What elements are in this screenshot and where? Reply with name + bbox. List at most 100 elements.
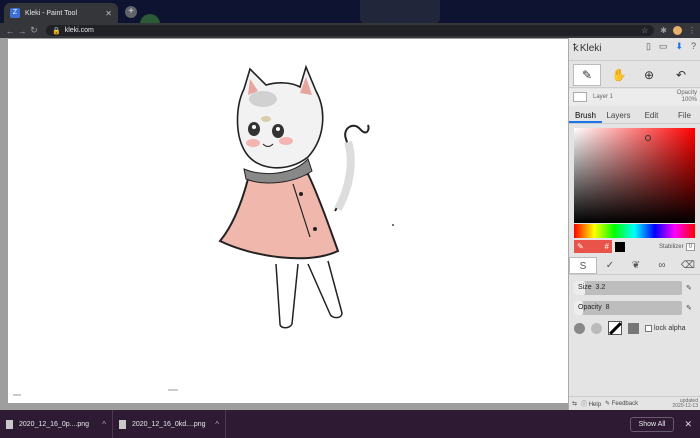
url-text: kleki.com bbox=[64, 27, 94, 34]
cat-drawing bbox=[13, 64, 394, 396]
help-circle-icon[interactable]: ? bbox=[691, 41, 696, 52]
tool-row: ✎ ✋ ⊕ ↶ bbox=[569, 60, 700, 88]
size-slider[interactable]: Size 3.2 bbox=[574, 281, 682, 295]
download-item[interactable]: 2020_12_16_0p....png ^ bbox=[0, 410, 113, 438]
forward-icon[interactable]: → bbox=[16, 26, 28, 36]
layer-row[interactable]: Layer 1 Opacity 100% bbox=[569, 89, 700, 106]
opacity-label: Opacity 8 bbox=[578, 304, 610, 311]
color-row: ✎ # Stabilizer 0 bbox=[574, 240, 695, 253]
browser-toolbar: ← → ↻ 🔒 kleki.com ☆ ✱ ⋮ bbox=[0, 23, 700, 38]
new-tab-button[interactable]: + bbox=[125, 6, 137, 18]
hue-slider[interactable] bbox=[574, 224, 695, 238]
tab-title: Kleki - Paint Tool bbox=[25, 9, 78, 17]
help-link[interactable]: ⓘ Help bbox=[581, 399, 601, 408]
pen-brush-icon[interactable]: S bbox=[569, 257, 597, 274]
line-shape-icon[interactable] bbox=[608, 321, 622, 335]
size-value: 3.2 bbox=[595, 284, 606, 291]
smudge-brush-icon[interactable]: ∞ bbox=[649, 257, 675, 274]
updated-info: updated 2020-12-13 bbox=[672, 398, 698, 409]
save-icon[interactable]: ▭ bbox=[659, 41, 668, 52]
kleki-logo: ꝁ Kleki bbox=[573, 41, 602, 55]
brush-tool-icon[interactable]: ✎ bbox=[573, 64, 601, 86]
file-icon bbox=[119, 419, 126, 429]
download-icon[interactable]: ⬇ bbox=[675, 41, 683, 52]
bookmark-star-icon[interactable]: ☆ bbox=[641, 26, 648, 35]
undo-redo-icon[interactable]: ↶ bbox=[667, 64, 695, 86]
kleki-favicon-icon: Z bbox=[10, 8, 20, 18]
canvas-area bbox=[0, 38, 568, 410]
top-icons: ▯ ▭ ⬇ ? bbox=[646, 41, 696, 52]
primary-color-swatch[interactable]: ✎ # bbox=[574, 240, 612, 253]
close-icon[interactable]: ✕ bbox=[684, 419, 692, 430]
feedback-label: Feedback bbox=[611, 401, 639, 407]
address-bar[interactable]: 🔒 kleki.com ☆ bbox=[46, 25, 655, 36]
size-pressure-icon[interactable]: ✎ bbox=[686, 284, 695, 293]
chevron-up-icon[interactable]: ^ bbox=[102, 420, 106, 429]
page-viewport: ꝁ Kleki ▯ ▭ ⬇ ? ✎ ✋ ⊕ ↶ Layer 1 Opacity bbox=[0, 38, 700, 410]
chevron-up-icon[interactable]: ^ bbox=[215, 420, 219, 429]
reload-icon[interactable]: ↻ bbox=[28, 25, 40, 36]
puzzle-icon[interactable]: ✱ bbox=[660, 26, 667, 35]
square-shape-icon[interactable] bbox=[628, 322, 639, 334]
lock-alpha-toggle[interactable]: lock alpha bbox=[645, 324, 686, 332]
feedback-link[interactable]: ✎ Feedback bbox=[605, 400, 638, 407]
color-picker-field[interactable] bbox=[574, 128, 695, 223]
eraser-icon[interactable]: ⌫ bbox=[675, 257, 700, 274]
download-filename: 2020_12_16_0p....png bbox=[19, 420, 90, 428]
lock-icon: 🔒 bbox=[52, 27, 61, 35]
download-bar: 2020_12_16_0p....png ^ 2020_12_16_0kd...… bbox=[0, 410, 700, 438]
opacity-value: 8 bbox=[605, 304, 610, 311]
tab-strip: Z Kleki - Paint Tool ✕ + bbox=[0, 0, 700, 23]
blend-brush-icon[interactable]: ✓ bbox=[597, 257, 623, 274]
tab-brush[interactable]: Brush bbox=[569, 108, 602, 123]
size-label-text: Size bbox=[578, 284, 592, 291]
soft-circle-shape-icon[interactable] bbox=[591, 322, 602, 334]
brand-name: Kleki bbox=[579, 42, 602, 54]
layer-opacity-value: 100% bbox=[681, 97, 697, 103]
lock-alpha-label: lock alpha bbox=[654, 324, 686, 332]
eyedropper-icon[interactable]: ✎ bbox=[577, 242, 584, 251]
panel-tabs: Brush Layers Edit File bbox=[569, 108, 700, 124]
stabilizer-select[interactable]: 0 bbox=[685, 242, 695, 251]
panel-footer: ⇆ ⓘ Help ✎ Feedback updated 2020-12-13 bbox=[569, 396, 700, 410]
hex-input-button[interactable]: # bbox=[605, 242, 609, 251]
browser-tab[interactable]: Z Kleki - Paint Tool ✕ bbox=[4, 3, 118, 23]
drawing-canvas[interactable] bbox=[8, 39, 568, 403]
menu-dots-icon[interactable]: ⋮ bbox=[688, 26, 696, 35]
avatar[interactable] bbox=[673, 26, 682, 35]
tab-layers[interactable]: Layers bbox=[602, 108, 635, 123]
kleki-side-panel: ꝁ Kleki ▯ ▭ ⬇ ? ✎ ✋ ⊕ ↶ Layer 1 Opacity bbox=[568, 38, 700, 410]
tab-file[interactable]: File bbox=[668, 108, 700, 123]
help-label: Help bbox=[588, 402, 602, 408]
download-filename: 2020_12_16_0kd....png bbox=[132, 420, 206, 428]
download-item[interactable]: 2020_12_16_0kd....png ^ bbox=[113, 410, 226, 438]
kleki-logo-icon: ꝁ bbox=[573, 42, 579, 54]
hand-tool-icon[interactable]: ✋ bbox=[605, 64, 633, 86]
back-icon[interactable]: ← bbox=[4, 26, 16, 36]
updated-date: 2020-12-13 bbox=[672, 402, 698, 409]
zoom-icon[interactable]: ⊕ bbox=[635, 64, 663, 86]
opacity-pressure-icon[interactable]: ✎ bbox=[686, 304, 695, 313]
color-picker-handle[interactable] bbox=[645, 135, 651, 141]
lock-alpha-checkbox[interactable] bbox=[645, 324, 652, 332]
swap-icon[interactable]: ⇆ bbox=[572, 400, 577, 407]
brush-shape-options: lock alpha bbox=[574, 321, 698, 335]
stabilizer-label: Stabilizer bbox=[658, 243, 684, 250]
circle-shape-icon[interactable] bbox=[574, 322, 585, 334]
opacity-label-text: Opacity bbox=[578, 304, 602, 311]
opacity-slider[interactable]: Opacity 8 bbox=[574, 301, 682, 315]
sketchy-brush-icon[interactable]: ❦ bbox=[623, 257, 649, 274]
new-image-icon[interactable]: ▯ bbox=[646, 41, 651, 52]
layer-thumbnail bbox=[573, 92, 587, 102]
background-decoration bbox=[140, 14, 160, 23]
layer-opacity-label: Opacity bbox=[676, 90, 697, 96]
close-tab-icon[interactable]: ✕ bbox=[105, 9, 112, 18]
size-label: Size 3.2 bbox=[578, 284, 605, 291]
stabilizer-control: Stabilizer 0 bbox=[658, 242, 695, 251]
layer-name: Layer 1 bbox=[593, 94, 614, 100]
browser-window: Z Kleki - Paint Tool ✕ + ← → ↻ 🔒 kleki.c… bbox=[0, 0, 700, 438]
secondary-color-swatch[interactable] bbox=[615, 241, 625, 252]
tab-edit[interactable]: Edit bbox=[635, 108, 668, 123]
show-all-button[interactable]: Show All bbox=[629, 416, 675, 432]
layer-opacity: Opacity 100% bbox=[677, 90, 697, 104]
